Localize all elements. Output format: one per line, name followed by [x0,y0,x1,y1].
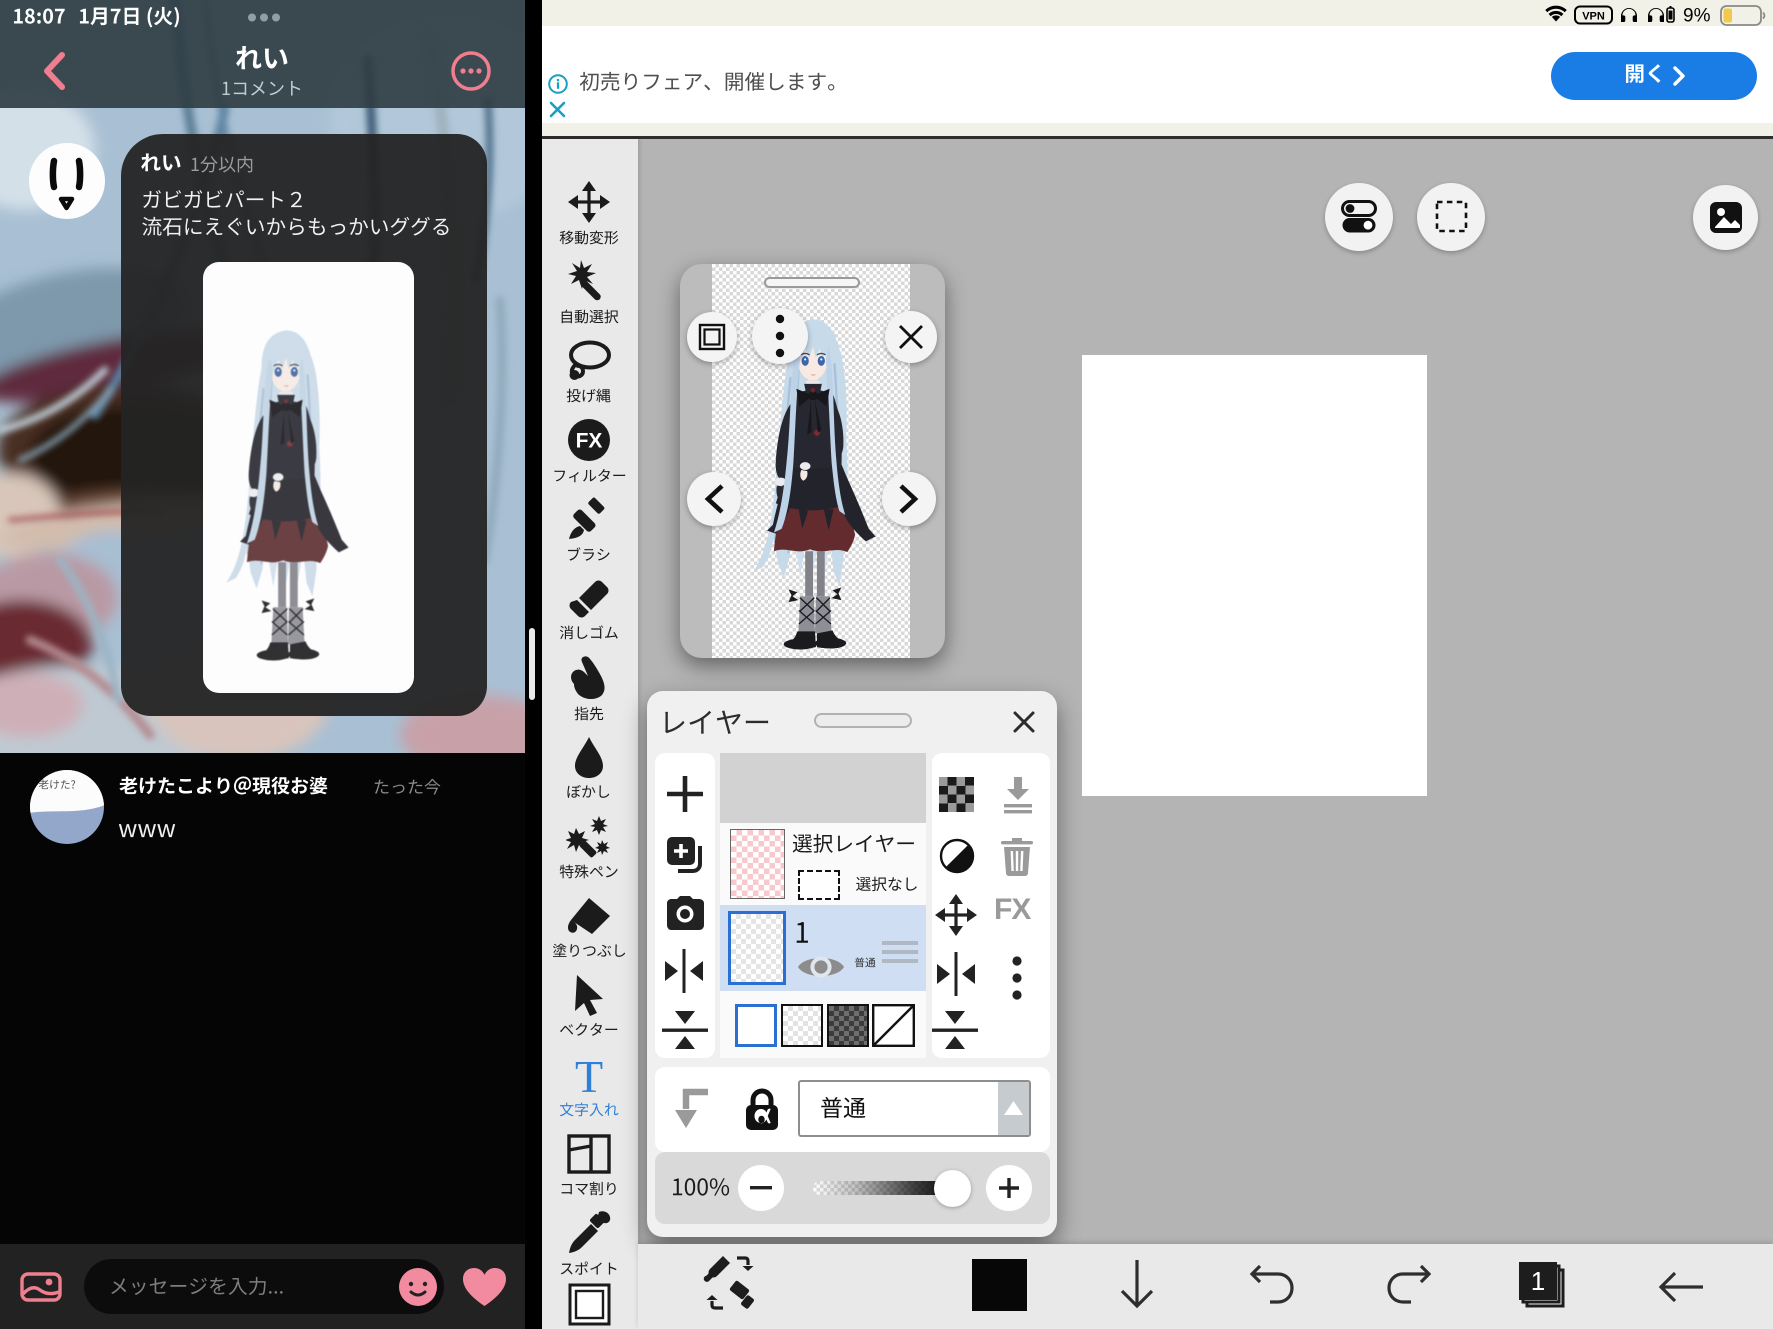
svg-text:VPN: VPN [1582,11,1605,23]
svg-text:9%: 9% [1683,6,1711,27]
svg-text:T: T [575,1054,603,1096]
svg-text:1: 1 [1531,1266,1545,1296]
svg-text:FX: FX [576,430,603,453]
